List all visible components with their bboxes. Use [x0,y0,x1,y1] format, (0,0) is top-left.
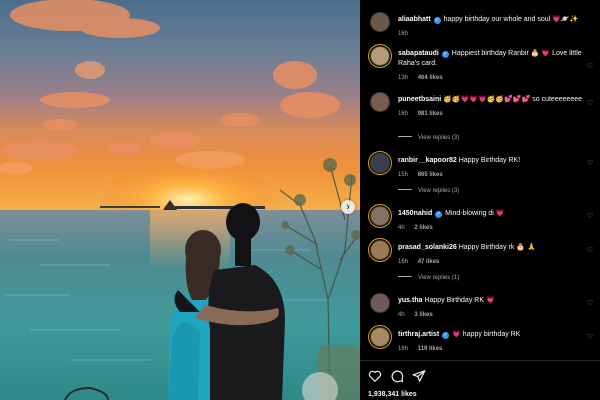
comment-likes[interactable]: 119 likes [418,346,443,352]
verified-badge-icon: ✓ [442,332,450,339]
avatar[interactable] [370,240,390,260]
verified-badge-icon: ✓ [435,211,443,218]
comment-likes[interactable]: 47 likes [418,259,440,265]
like-comment-heart-icon[interactable]: ♡ [586,334,594,342]
avatar[interactable] [370,46,390,66]
verified-badge-icon: ✓ [441,51,449,58]
comment-text: Happy Birthday RK 💗 [424,297,495,304]
comment-username[interactable]: prasad_solanki26 [398,244,457,251]
avatar[interactable] [370,293,390,313]
comment-text: Happy Birthday rk 🎂 🙏 [458,244,536,251]
verified-badge-icon: ✓ [433,17,441,24]
post-likes-count[interactable]: 1,938,341 likes [368,391,417,398]
like-comment-heart-icon[interactable]: ♡ [586,160,594,168]
share-paper-plane-icon[interactable] [412,369,428,385]
comment-time: 4h [398,225,405,231]
post-photo: › [0,0,360,400]
comment-time: 16h [398,31,409,37]
comment-username[interactable]: yus.tha [398,297,423,304]
comment-likes[interactable]: 2 likes [414,225,432,231]
comment-likes[interactable]: 981 likes [418,111,443,117]
avatar[interactable] [370,153,390,173]
like-comment-heart-icon[interactable]: ♡ [586,247,594,255]
sunset-photo [0,0,360,400]
view-replies-link[interactable]: View replies (1) [398,274,459,282]
like-comment-heart-icon[interactable]: ♡ [586,213,594,221]
avatar[interactable] [370,327,390,347]
comment-username[interactable]: puneetbsaini [398,96,441,103]
view-replies-link[interactable]: View replies (3) [398,187,459,195]
comment-time: 16h [398,111,409,117]
comment-time: 16h [398,346,409,352]
comment-username[interactable]: 1450nahid [398,210,432,217]
like-comment-heart-icon[interactable]: ♡ [586,300,594,308]
avatar[interactable] [370,12,390,32]
avatar[interactable] [370,206,390,226]
comment-likes[interactable]: 3 likes [414,312,432,318]
next-image-button[interactable]: › [341,200,355,214]
comment-username[interactable]: sabapataudi [398,50,439,57]
comment-time: 4h [398,312,405,318]
avatar[interactable] [370,92,390,112]
comment-time: 13h [398,75,409,81]
comment-text: 🥳🥳💗💗💗🥳🥳💕💕💕 so cuteeeeeeee [443,96,583,103]
comment-bubble-icon[interactable] [390,369,406,385]
comment-text: Mind-blowing di 💗 [445,210,505,217]
comment-likes[interactable]: 865 likes [418,172,443,178]
comment-text: Happy Birthday RK! [458,157,521,164]
comment-username[interactable]: ranbir__kapoor82 [398,157,457,164]
like-comment-heart-icon[interactable]: ♡ [586,100,594,108]
comment-time: 16h [398,259,409,265]
comment-text: happy birthday our whole and soul 💗🪐✨ [443,16,579,23]
view-replies-link[interactable]: View replies (3) [398,134,459,142]
comment-likes[interactable]: 464 likes [418,75,443,81]
comment-username[interactable]: aliaabhatt [398,16,431,23]
comment-text: 💗 happy birthday RK [452,331,521,338]
comments-panel: aliaabhatt ✓ happy birthday our whole an… [360,0,600,400]
comment-username[interactable]: tirthraj.artist [398,331,439,338]
comments-list[interactable]: aliaabhatt ✓ happy birthday our whole an… [360,0,600,360]
post-actions-footer: 1,938,341 likes [360,360,600,400]
like-comment-heart-icon[interactable]: ♡ [586,63,594,71]
like-post-heart-icon[interactable] [368,369,384,385]
comment-time: 15h [398,172,409,178]
